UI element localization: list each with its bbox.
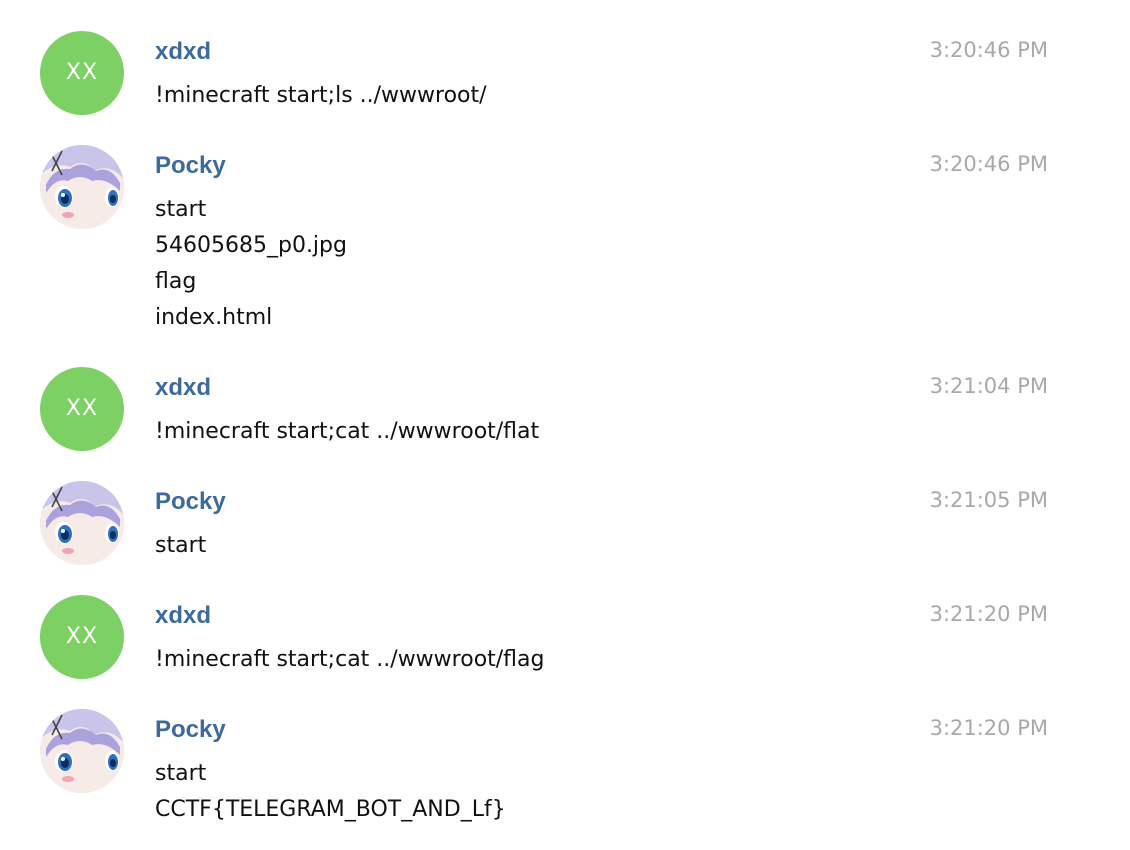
avatar[interactable]	[40, 709, 124, 793]
message-text: !minecraft start;ls ../wwwroot/	[155, 78, 487, 114]
message-line: !minecraft start;ls ../wwwroot/	[155, 83, 487, 108]
sender-name[interactable]: xdxd	[155, 373, 211, 403]
avatar[interactable]	[40, 145, 124, 229]
sender-name[interactable]: xdxd	[155, 37, 211, 67]
message-line: !minecraft start;cat ../wwwroot/flag	[155, 647, 545, 672]
message-line: !minecraft start;cat ../wwwroot/flat	[155, 419, 540, 444]
sender-name[interactable]: Pocky	[155, 151, 226, 181]
message-text: start 54605685_p0.jpg flag index.html	[155, 192, 347, 336]
avatar[interactable]: XX	[40, 367, 124, 451]
message-line: start	[155, 197, 207, 222]
message-text: start CCTF{TELEGRAM_BOT_AND_Lf}	[155, 756, 506, 828]
message-timestamp: 3:21:20 PM	[929, 602, 1048, 626]
avatar[interactable]: XX	[40, 31, 124, 115]
message-line: 54605685_p0.jpg	[155, 233, 347, 258]
anime-girl-avatar-icon	[40, 709, 124, 793]
message-text: !minecraft start;cat ../wwwroot/flag	[155, 642, 545, 678]
message-timestamp: 3:20:46 PM	[929, 152, 1048, 176]
anime-girl-avatar-icon	[40, 145, 124, 229]
message-text: start	[155, 528, 206, 564]
message-timestamp: 3:20:46 PM	[929, 38, 1048, 62]
message-timestamp: 3:21:05 PM	[929, 488, 1048, 512]
message-line: flag	[155, 269, 197, 294]
anime-girl-avatar-icon	[40, 481, 124, 565]
message-line: CCTF{TELEGRAM_BOT_AND_Lf}	[155, 797, 506, 822]
avatar[interactable]	[40, 481, 124, 565]
message-timestamp: 3:21:04 PM	[929, 374, 1048, 398]
message-text: !minecraft start;cat ../wwwroot/flat	[155, 414, 539, 450]
message-line: index.html	[155, 305, 273, 330]
avatar[interactable]: XX	[40, 595, 124, 679]
message-line: start	[155, 533, 207, 558]
message-timestamp: 3:21:20 PM	[929, 716, 1048, 740]
sender-name[interactable]: Pocky	[155, 487, 226, 517]
message-line: start	[155, 761, 207, 786]
sender-name[interactable]: Pocky	[155, 715, 226, 745]
sender-name[interactable]: xdxd	[155, 601, 211, 631]
